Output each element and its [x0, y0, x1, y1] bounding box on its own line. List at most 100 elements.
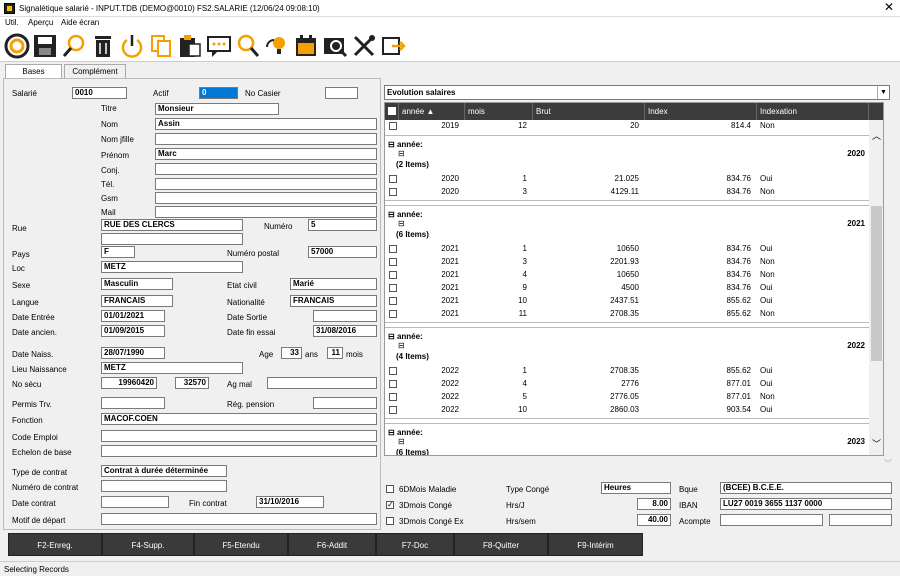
table-row[interactable]: 2021 10 2437.51 855.62 Oui [385, 295, 869, 308]
group-header[interactable]: ⊟ année: ⊟ 2022 (4 Items) [385, 327, 869, 363]
table-row[interactable]: 2021 9 4500 834.76 Oui [385, 282, 869, 295]
reg-pension-field[interactable] [313, 397, 377, 409]
row-checkbox[interactable] [389, 393, 397, 401]
numero-field[interactable]: 5 [308, 219, 377, 231]
checkbox-6dmois[interactable] [386, 485, 394, 493]
collapse-icon[interactable]: ⊟ [398, 341, 405, 350]
row-checkbox[interactable] [389, 122, 397, 130]
permis-trv-field[interactable] [101, 397, 165, 409]
hrs-sem-field[interactable]: 40.00 [637, 514, 671, 526]
table-row[interactable]: 2020 1 21.025 834.76 Oui [385, 173, 869, 186]
prenom-field[interactable]: Marc [155, 148, 377, 160]
extend-button[interactable]: F5-Etendu [194, 533, 288, 556]
date-fin-essai-field[interactable]: 31/08/2016 [313, 325, 377, 337]
group-toggle-icon[interactable]: ⊟ [388, 428, 397, 437]
group-toggle-icon[interactable]: ⊟ [388, 140, 397, 149]
actif-field[interactable]: 0 [199, 87, 238, 99]
comment-icon[interactable] [206, 33, 232, 59]
row-checkbox[interactable] [389, 367, 397, 375]
date-ancien-field[interactable]: 01/09/2015 [101, 325, 165, 337]
close-icon[interactable]: ✕ [884, 0, 894, 14]
checkbox-3dmois-ex[interactable] [386, 517, 394, 525]
row-checkbox[interactable] [389, 284, 397, 292]
row-checkbox[interactable] [389, 406, 397, 414]
group-header[interactable]: ⊟ année: ⊟ 2023 (6 Items) [385, 423, 869, 455]
save-icon[interactable] [32, 33, 58, 59]
evolution-dropdown[interactable]: Evolution salaires ▼ [384, 85, 890, 100]
echelon-field[interactable] [101, 445, 377, 457]
bque-field[interactable]: (BCEE) B.C.E.E. [720, 482, 892, 494]
fonction-field[interactable]: MACOF.COEN [101, 413, 377, 425]
type-contrat-field[interactable]: Contrat à durée déterminée [101, 465, 227, 477]
table-row[interactable]: 2019 12 20 814.4 Non [385, 120, 869, 133]
date-sortie-field[interactable] [313, 310, 377, 322]
mail-field[interactable] [155, 206, 377, 218]
date-entree-field[interactable]: 01/01/2021 [101, 310, 165, 322]
sexe-field[interactable]: Masculin [101, 278, 173, 290]
collapse-icon[interactable]: ⊟ [398, 149, 405, 158]
row-checkbox[interactable] [389, 175, 397, 183]
pays-field[interactable]: F [101, 246, 135, 258]
header-annee[interactable]: année ▲ [399, 103, 465, 120]
lifebuoy-icon[interactable] [4, 33, 30, 59]
collapse-icon[interactable]: ⊟ [398, 219, 405, 228]
preview-icon[interactable] [322, 33, 348, 59]
acompte-field[interactable] [720, 514, 823, 526]
quit-button[interactable]: F8-Quitter [454, 533, 548, 556]
age-mois-field[interactable]: 11 [327, 347, 343, 359]
group-header[interactable]: ⊟ année: ⊟ 2021 (6 Items) [385, 205, 869, 241]
lieu-naissance-field[interactable]: METZ [101, 362, 243, 374]
row-checkbox[interactable] [389, 297, 397, 305]
scroll-thumb[interactable] [871, 206, 882, 361]
no-casier-field[interactable] [325, 87, 358, 99]
hrs-j-field[interactable]: 8.00 [637, 498, 671, 510]
table-row[interactable]: 2022 4 2776 877.01 Oui [385, 378, 869, 391]
date-naiss-field[interactable]: 28/07/1990 [101, 347, 165, 359]
row-checkbox[interactable] [389, 258, 397, 266]
code-emploi-field[interactable] [101, 430, 377, 442]
titre-field[interactable]: Monsieur [155, 103, 279, 115]
numero-postal-field[interactable]: 57000 [308, 246, 377, 258]
rue-field[interactable]: RUE DES CLERCS [101, 219, 243, 231]
no-secu-field-2[interactable]: 32570 [175, 377, 209, 389]
menu-util[interactable]: Util. [5, 18, 19, 27]
trash-icon[interactable] [90, 33, 116, 59]
table-row[interactable]: 2021 1 10650 834.76 Oui [385, 243, 869, 256]
gsm-field[interactable] [155, 192, 377, 204]
collapse-icon[interactable]: ⊟ [398, 437, 405, 446]
scroll-up-icon[interactable]: ︿ [872, 129, 881, 142]
group-header[interactable]: ⊟ année: ⊟ 2020 (2 Items) [385, 135, 869, 171]
save-button[interactable]: F2-Enreg. [8, 533, 102, 556]
scrollbar[interactable]: ︿ ﹀ [869, 120, 883, 455]
nationalite-field[interactable]: FRANCAIS [290, 295, 377, 307]
fin-contrat-field[interactable]: 31/10/2016 [256, 496, 324, 508]
table-row[interactable]: 2021 11 2708.35 855.62 Non [385, 308, 869, 321]
age-ans-field[interactable]: 33 [281, 347, 302, 359]
group-toggle-icon[interactable]: ⊟ [388, 332, 397, 341]
iban-field[interactable]: LU27 0019 3655 1137 0000 [720, 498, 892, 510]
export-icon[interactable] [380, 33, 406, 59]
row-checkbox[interactable] [389, 245, 397, 253]
numero-contrat-field[interactable] [101, 480, 227, 492]
no-secu-field-1[interactable]: 19960420 [101, 377, 157, 389]
table-row[interactable]: 2022 1 2708.35 855.62 Oui [385, 365, 869, 378]
tools-icon[interactable] [351, 33, 377, 59]
salarie-field[interactable]: 0010 [72, 87, 127, 99]
table-row[interactable]: 2022 10 2860.03 903.54 Oui [385, 404, 869, 417]
row-checkbox[interactable] [389, 310, 397, 318]
group-toggle-icon[interactable]: ⊟ [388, 210, 397, 219]
zoom-icon[interactable] [235, 33, 261, 59]
langue-field[interactable]: FRANCAIS [101, 295, 173, 307]
row-checkbox[interactable] [389, 271, 397, 279]
table-row[interactable]: 2021 3 2201.93 834.76 Non [385, 256, 869, 269]
idea-icon[interactable] [264, 33, 290, 59]
table-row[interactable]: 2022 5 2776.05 877.01 Non [385, 391, 869, 404]
delete-button[interactable]: F4-Supp. [102, 533, 194, 556]
copy-icon[interactable] [148, 33, 174, 59]
conj-field[interactable] [155, 163, 377, 175]
header-mois[interactable]: mois [465, 103, 533, 120]
table-row[interactable]: 2020 3 4129.11 834.76 Non [385, 186, 869, 199]
collapse-icon[interactable]: ﹀ [884, 458, 892, 469]
checkbox-3dmois[interactable]: ✓ [386, 501, 394, 509]
menu-aide[interactable]: Aide écran [61, 18, 99, 27]
